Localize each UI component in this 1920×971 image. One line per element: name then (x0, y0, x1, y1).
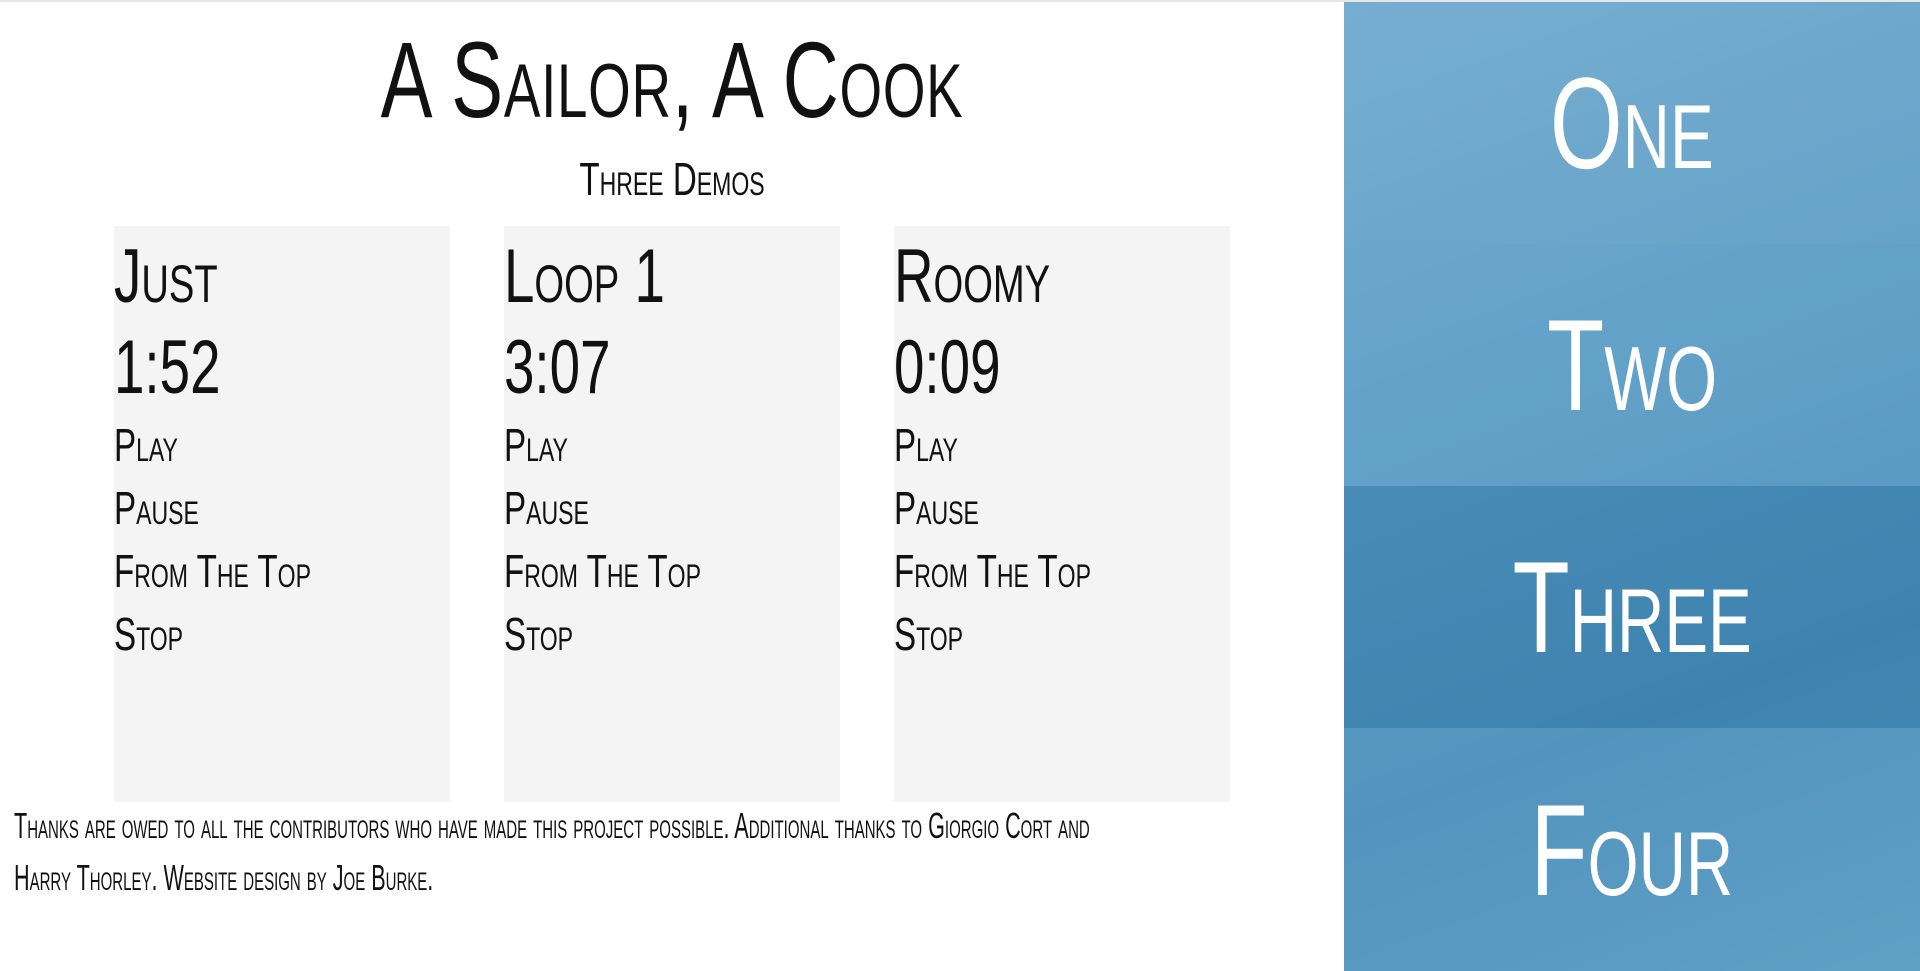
nav-panel-three[interactable]: Three (1344, 486, 1920, 728)
sidebar-nav: One Two Three Four (1344, 2, 1920, 971)
track-duration: 1:52 (114, 325, 221, 410)
from-the-top-button[interactable]: From The Top (504, 540, 835, 603)
stop-button[interactable]: Stop (504, 603, 835, 666)
play-button[interactable]: Play (894, 414, 1225, 477)
track-duration: 0:09 (894, 325, 1001, 410)
stop-button[interactable]: Stop (114, 603, 445, 666)
pause-button[interactable]: Pause (504, 477, 835, 540)
main-content: A Sailor, A Cook Three Demos Just 1:52 P… (0, 2, 1344, 971)
nav-panel-four[interactable]: Four (1344, 728, 1920, 971)
track-duration: 3:07 (504, 325, 611, 410)
from-the-top-button[interactable]: From The Top (894, 540, 1225, 603)
nav-label: Four (1530, 776, 1734, 923)
nav-label: Two (1547, 292, 1717, 438)
nav-panel-one[interactable]: One (1344, 2, 1920, 244)
play-button[interactable]: Play (504, 414, 835, 477)
track-card-roomy: Roomy 0:09 Play Pause From The Top Stop (894, 226, 1230, 802)
track-card-just: Just 1:52 Play Pause From The Top Stop (114, 226, 450, 802)
nav-panel-two[interactable]: Two (1344, 244, 1920, 486)
page-subtitle: Three Demos (579, 153, 765, 205)
track-card-loop-1: Loop 1 3:07 Play Pause From The Top Stop (504, 226, 840, 802)
track-title: Just (114, 234, 218, 319)
track-title: Loop 1 (504, 234, 665, 319)
pause-button[interactable]: Pause (114, 477, 445, 540)
play-button[interactable]: Play (114, 414, 445, 477)
from-the-top-button[interactable]: From The Top (114, 540, 445, 603)
credits-footer: Thanks are owed to all the contributors … (14, 805, 1090, 898)
stop-button[interactable]: Stop (894, 603, 1225, 666)
pause-button[interactable]: Pause (894, 477, 1225, 540)
track-title: Roomy (894, 234, 1051, 319)
nav-label: One (1550, 50, 1714, 196)
nav-label: Three (1512, 534, 1752, 680)
page-title: A Sailor, A Cook (380, 19, 964, 140)
